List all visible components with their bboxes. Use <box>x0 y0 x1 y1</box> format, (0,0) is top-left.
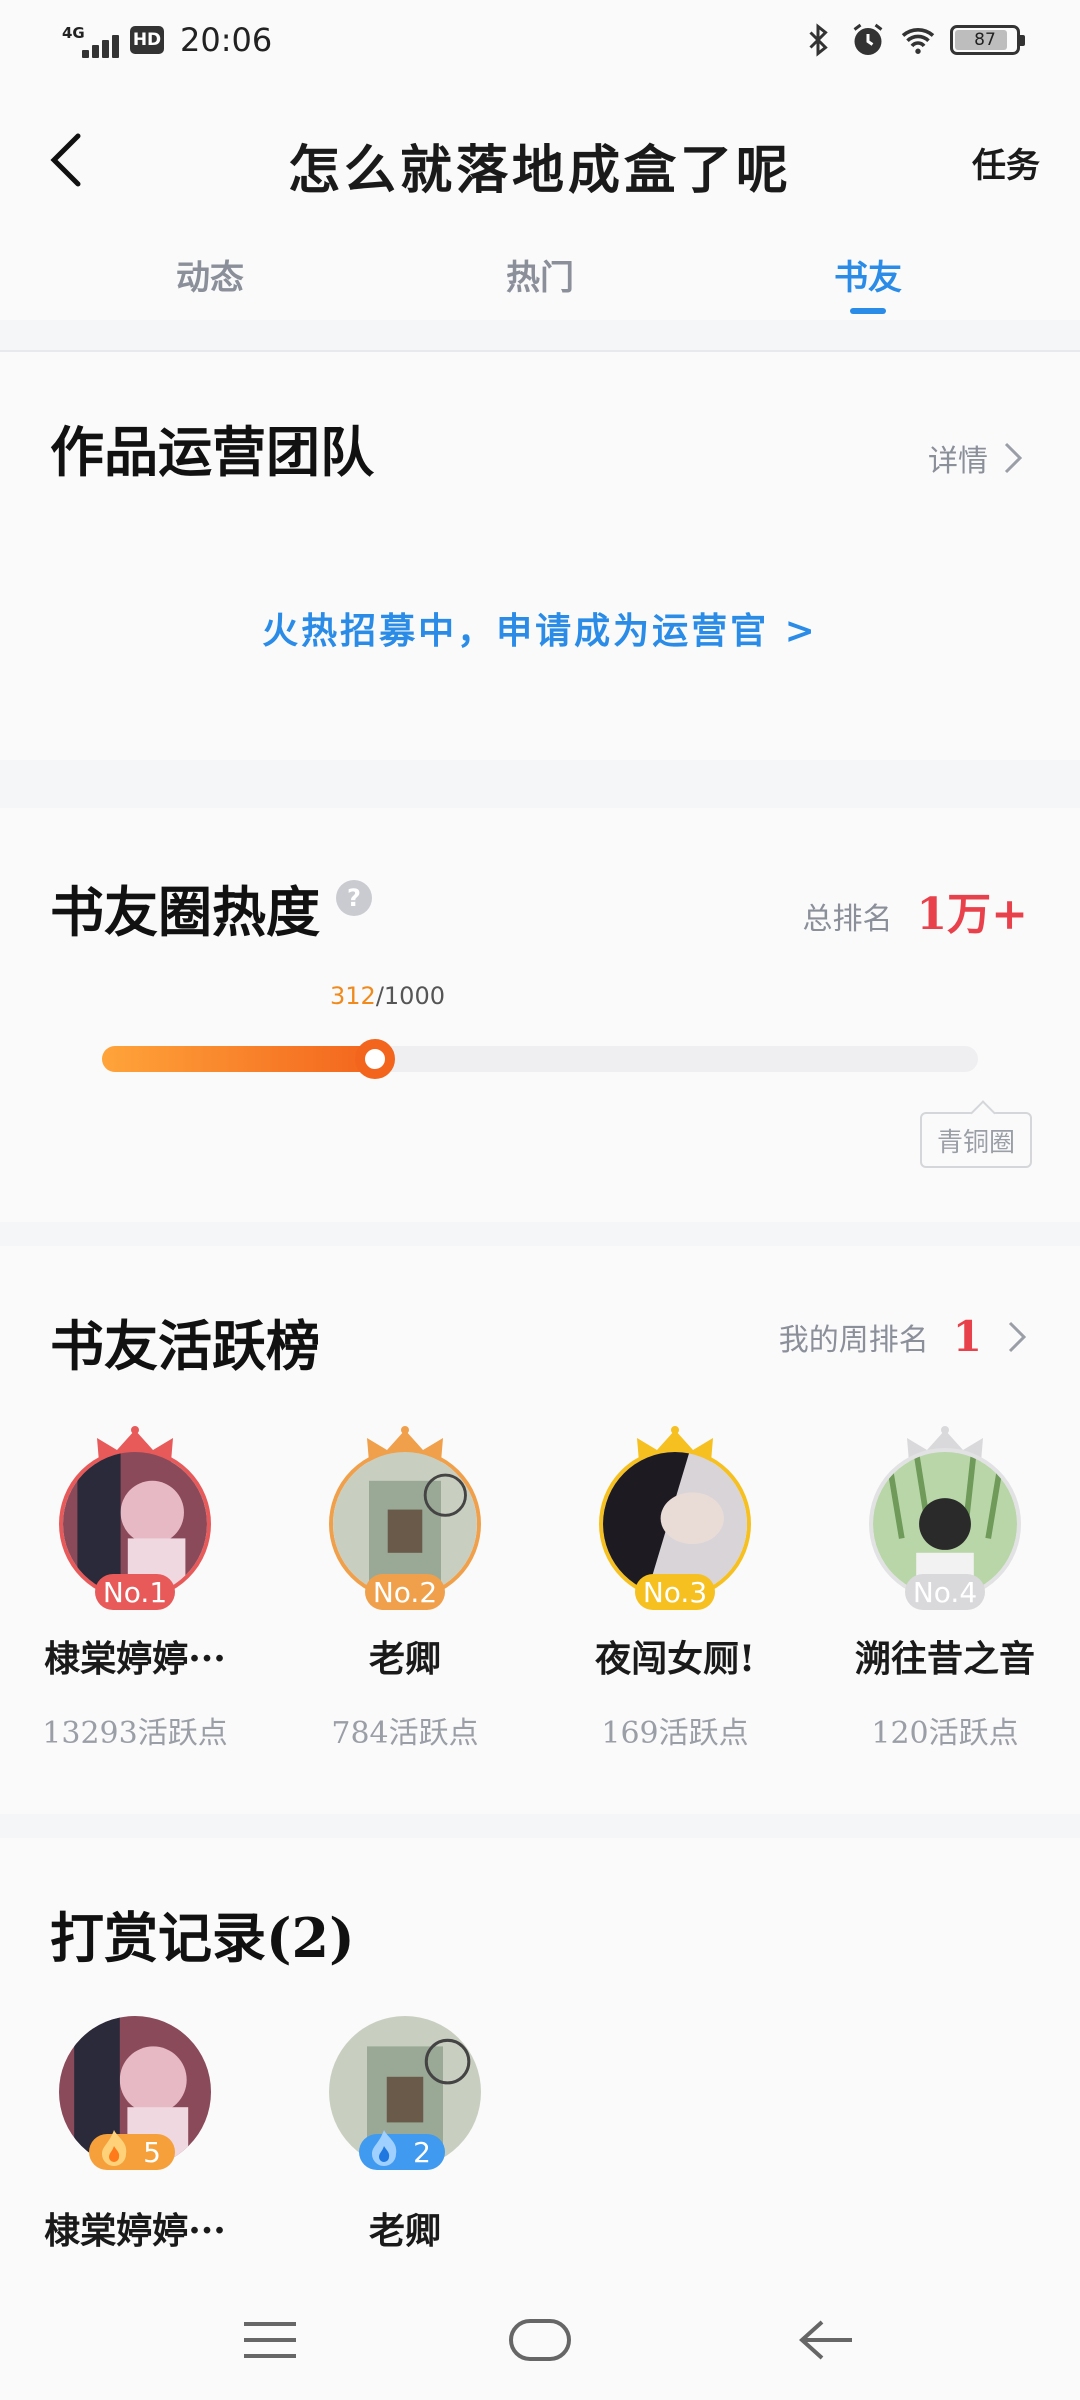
circle-heat-card: 书友圈热度 ? 总排名 1万+ 312/1000 青铜圈 <box>0 808 1080 1222</box>
heat-progress-bar <box>102 1039 978 1079</box>
rank-value: 1万+ <box>916 889 1028 940</box>
progress-knob <box>355 1039 396 1079</box>
member-points: 13293活跃点 <box>42 1716 228 1751</box>
tab-bar: 动态 热门 书友 <box>0 250 1080 320</box>
header: 怎么就落地成盒了呢 任务 动态 热门 书友 <box>0 80 1080 352</box>
menu-button[interactable] <box>230 2310 310 2370</box>
bluetooth-icon <box>809 23 828 57</box>
member-name: 溯往昔之音 <box>854 1638 1035 1680</box>
wifi-icon <box>901 28 935 54</box>
rank-badge: No.2 <box>365 1574 445 1610</box>
member-points: 784活跃点 <box>331 1716 479 1751</box>
heat-current: 312 <box>330 982 376 1010</box>
tip-count-badge: 5 <box>89 2130 175 2170</box>
help-icon[interactable]: ? <box>336 880 372 916</box>
tip-count: 5 <box>143 2135 161 2169</box>
tab-book-friends[interactable]: 书友 <box>788 250 948 314</box>
task-button[interactable]: 任务 <box>972 138 1040 187</box>
heat-progress-fill <box>102 1046 376 1072</box>
heat-max: /1000 <box>375 982 445 1010</box>
battery-level: 87 <box>974 30 996 50</box>
system-nav-bar <box>0 2280 1080 2400</box>
member-name: 夜闯女厕! <box>595 1638 755 1680</box>
tip-record-card: 打赏记录(2) 5 棣棠婷婷··· 2 老卿 <box>0 1838 1080 2298</box>
chevron-right-icon <box>1008 1321 1027 1352</box>
menu-icon <box>244 2322 296 2358</box>
tab-dynamic[interactable]: 动态 <box>130 250 290 299</box>
home-button[interactable] <box>500 2310 580 2370</box>
section-title: 书友活跃榜 <box>50 1314 320 1378</box>
member-name: 棣棠婷婷··· <box>44 1638 226 1680</box>
my-weekly-rank[interactable]: 我的周排名 1 <box>779 1312 1028 1361</box>
total-rank: 总排名 1万+ <box>803 878 1028 942</box>
operations-team-card: 作品运营团队 详情 火热招募中，申请成为运营官 > <box>0 352 1080 760</box>
tab-hot[interactable]: 热门 <box>460 250 620 299</box>
tab-label: 动态 <box>176 258 244 298</box>
hd-badge: HD <box>130 26 164 54</box>
tipper-name: 棣棠婷婷··· <box>44 2210 226 2252</box>
flame-icon <box>372 2130 397 2166</box>
clock: 20:06 <box>180 21 273 59</box>
rank-label: 我的周排名 <box>778 1322 929 1358</box>
rank-badge: No.4 <box>905 1574 985 1610</box>
section-title: 作品运营团队 <box>50 420 374 484</box>
page-title: 怎么就落地成盒了呢 <box>287 140 792 201</box>
level-tag: 青铜圈 <box>920 1112 1032 1168</box>
section-title: 书友圈热度 <box>50 880 320 944</box>
flame-icon <box>102 2130 127 2166</box>
status-bar: 4G HD 20:06 87 <box>0 0 1080 80</box>
member-list: No.1 棣棠婷婷··· 13293活跃点 No.2 老卿 784活跃点 No.… <box>0 1426 1080 1786</box>
home-icon <box>509 2319 571 2361</box>
network-type: 4G <box>62 24 85 42</box>
member-name: 老卿 <box>368 1638 441 1680</box>
heat-progress-text: 312/1000 <box>330 982 445 1010</box>
tip-count: 2 <box>413 2135 431 2169</box>
tab-indicator <box>850 308 886 314</box>
chevron-right-icon <box>1004 442 1023 474</box>
rank-value: 1 <box>952 1312 982 1361</box>
back-nav-button[interactable] <box>786 2310 866 2370</box>
tab-label: 书友 <box>834 258 902 298</box>
signal-icon: 4G <box>62 20 120 60</box>
member-points: 169活跃点 <box>601 1716 749 1751</box>
alarm-icon <box>853 23 883 55</box>
rank-badge: No.3 <box>635 1574 715 1610</box>
member-points: 120活跃点 <box>871 1716 1019 1751</box>
active-ranking-card: 书友活跃榜 我的周排名 1 No.1 棣棠婷婷··· 13293活跃点 No.2… <box>0 1246 1080 1814</box>
battery-indicator: 87 <box>950 25 1025 55</box>
tab-label: 热门 <box>506 258 574 298</box>
tipper-name: 老卿 <box>368 2210 441 2252</box>
recruit-link[interactable]: 火热招募中，申请成为运营官 > <box>0 602 1080 654</box>
back-icon <box>799 2320 852 2360</box>
rank-badge: No.1 <box>95 1574 175 1610</box>
section-title: 打赏记录(2) <box>50 1906 355 1970</box>
details-label: 详情 <box>928 444 988 479</box>
rank-label: 总排名 <box>802 902 893 937</box>
tip-count-badge: 2 <box>359 2130 445 2170</box>
details-link[interactable]: 详情 <box>928 436 1024 480</box>
